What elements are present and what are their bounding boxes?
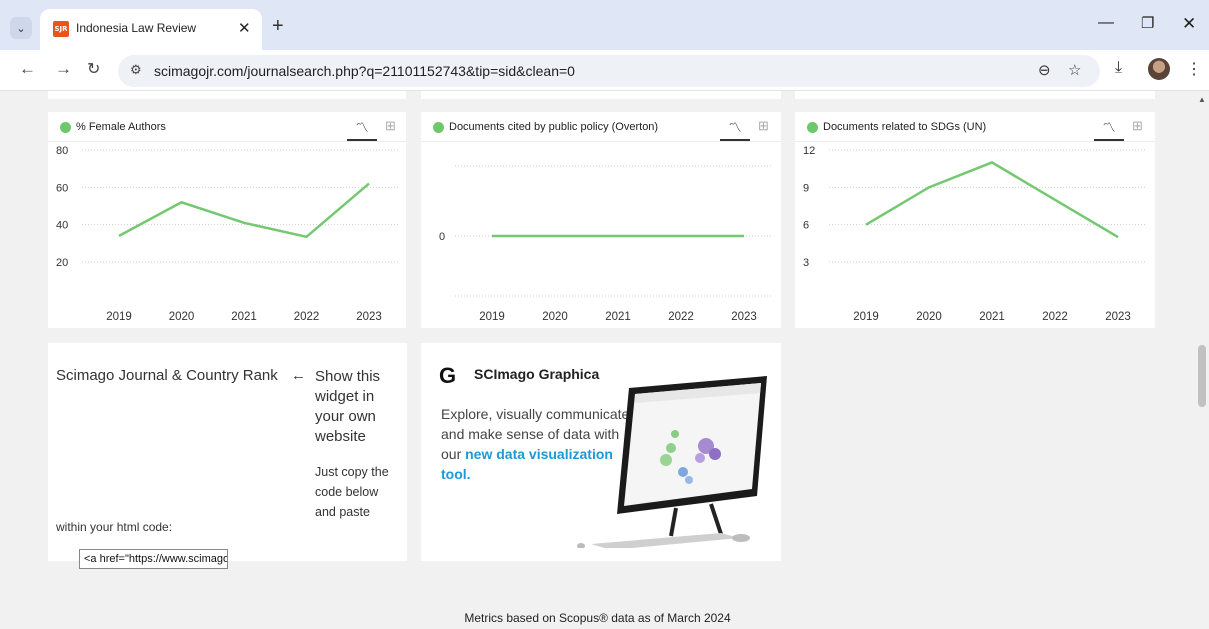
chart-card-overton: Documents cited by public policy (Overto…: [421, 112, 781, 328]
chart-header: % Female Authors 〽 ⊞: [48, 112, 406, 142]
widget-image-alt-text[interactable]: Scimago Journal & Country Rank: [56, 367, 306, 384]
table-view-icon[interactable]: ⊞: [758, 118, 769, 134]
back-icon[interactable]: ←: [19, 59, 36, 79]
minimize-icon[interactable]: —: [1098, 14, 1114, 32]
chart-title: Documents related to SDGs (UN): [823, 121, 987, 133]
widget-show-text: Show this widget in your own website: [315, 368, 381, 445]
x-tick-label: 2022: [294, 311, 320, 323]
x-tick-label: 2021: [231, 311, 257, 323]
download-icon[interactable]: ⤓: [1115, 59, 1122, 77]
page-content: % Female Authors 〽 ⊞ 80 60 40 20 2019 2020 202…: [0, 91, 1195, 629]
tab-close-icon[interactable]: ✕: [238, 19, 251, 37]
favicon-icon: SJR: [53, 21, 69, 37]
widget-card: Scimago Journal & Country Rank ← Show th…: [48, 343, 407, 569]
url-text[interactable]: scimagojr.com/journalsearch.php?q=211011…: [154, 63, 575, 79]
x-tick-label: 2023: [356, 311, 382, 323]
new-tab-icon[interactable]: +: [272, 15, 284, 38]
x-tick-label: 2021: [979, 311, 1005, 323]
x-tick-label: 2020: [169, 311, 195, 323]
bookmark-star-icon[interactable]: ☆: [1068, 61, 1081, 79]
y-tick-label: 60: [56, 182, 68, 194]
x-tick-label: 2020: [916, 311, 942, 323]
legend-dot: [433, 122, 444, 133]
y-tick-label: 0: [439, 231, 445, 243]
graphica-promo-card[interactable]: G SCImago Graphica Explore, visually com…: [421, 343, 781, 561]
browser-tab[interactable]: SJR Indonesia Law Review ✕: [40, 9, 262, 50]
chart-header: Documents related to SDGs (UN) 〽 ⊞: [795, 112, 1155, 142]
chart-card-female-authors: % Female Authors 〽 ⊞ 80 60 40 20 2019 2020 202…: [48, 112, 406, 328]
y-tick-label: 12: [803, 145, 815, 157]
legend-dot: [807, 122, 818, 133]
scroll-thumb[interactable]: [1198, 345, 1206, 407]
chart-title: Documents cited by public policy (Overto…: [449, 121, 659, 133]
card-top-2: [421, 91, 781, 99]
tab-title: Indonesia Law Review: [76, 21, 197, 35]
browser-toolbar: ← → ↻ ⚙ scimagojr.com/journalsearch.php?…: [0, 50, 1209, 91]
widget-code-field[interactable]: <a href="https://www.scimagojr.com/journ…: [79, 549, 228, 569]
x-tick-label: 2019: [479, 311, 505, 323]
restore-icon[interactable]: ❐: [1141, 14, 1154, 32]
reload-icon[interactable]: ↻: [87, 59, 100, 79]
tab-strip: ⌄ SJR Indonesia Law Review ✕ + — ❐ ✕: [0, 0, 1209, 50]
x-tick-label: 2020: [542, 311, 568, 323]
chart-plot: 0 2019 2020 2021 2022 2023: [439, 165, 773, 323]
widget-copy-text: Just copy the code below and paste: [315, 465, 389, 519]
y-tick-label: 80: [56, 145, 68, 157]
x-tick-label: 2019: [106, 311, 132, 323]
zoom-icon[interactable]: ⊖: [1038, 61, 1051, 79]
graphica-logo-icon: G: [439, 363, 457, 388]
y-tick-label: 9: [803, 182, 809, 194]
profile-avatar[interactable]: [1148, 58, 1170, 80]
menu-icon[interactable]: ⋮: [1186, 59, 1202, 79]
address-bar[interactable]: ⚙ scimagojr.com/journalsearch.php?q=2110…: [118, 55, 1100, 87]
footer-metrics-text: Metrics based on Scopus® data as of Marc…: [464, 611, 731, 625]
card-top-3: [795, 91, 1155, 99]
table-view-icon[interactable]: ⊞: [385, 118, 396, 134]
x-tick-label: 2022: [1042, 311, 1068, 323]
close-window-icon[interactable]: ✕: [1182, 14, 1196, 34]
x-tick-label: 2023: [1105, 311, 1131, 323]
chart-header: Documents cited by public policy (Overto…: [421, 112, 781, 142]
x-tick-label: 2023: [731, 311, 757, 323]
chart-view-icon[interactable]: 〽: [1094, 117, 1124, 141]
series-line[interactable]: [118, 182, 370, 239]
arrow-icon: ←: [291, 367, 306, 384]
widget-within-text: within your html code:: [56, 520, 173, 534]
site-info-icon[interactable]: ⚙: [130, 62, 142, 78]
chart-view-icon[interactable]: 〽: [720, 117, 750, 141]
x-tick-label: 2021: [605, 311, 631, 323]
chart-plot: 12 9 6 3 2019 2020 2021 2022 2023: [803, 145, 1147, 323]
chart-plot: 80 60 40 20 2019 2020 2021 2022 2023: [56, 145, 398, 323]
computer-illustration-icon: [577, 376, 767, 548]
graphica-link-suffix: .: [466, 466, 471, 482]
chart-view-icon[interactable]: 〽: [347, 117, 377, 141]
y-tick-label: 6: [803, 220, 809, 232]
legend-dot: [60, 122, 71, 133]
series-line[interactable]: [865, 161, 1119, 239]
tab-search-dropdown-icon[interactable]: ⌄: [10, 17, 32, 39]
scroll-up-icon[interactable]: ▲: [1198, 95, 1206, 104]
page-scrollbar[interactable]: ▲: [1195, 91, 1209, 629]
forward-icon[interactable]: →: [55, 59, 72, 79]
y-tick-label: 20: [56, 257, 68, 269]
chart-title: % Female Authors: [76, 121, 166, 133]
chart-card-sdgs: Documents related to SDGs (UN) 〽 ⊞ 12 9 6 3…: [795, 112, 1155, 328]
x-tick-label: 2022: [668, 311, 694, 323]
card-top-1: [48, 91, 406, 99]
table-view-icon[interactable]: ⊞: [1132, 118, 1143, 134]
x-tick-label: 2019: [853, 311, 879, 323]
y-tick-label: 40: [56, 220, 68, 232]
y-tick-label: 3: [803, 257, 809, 269]
